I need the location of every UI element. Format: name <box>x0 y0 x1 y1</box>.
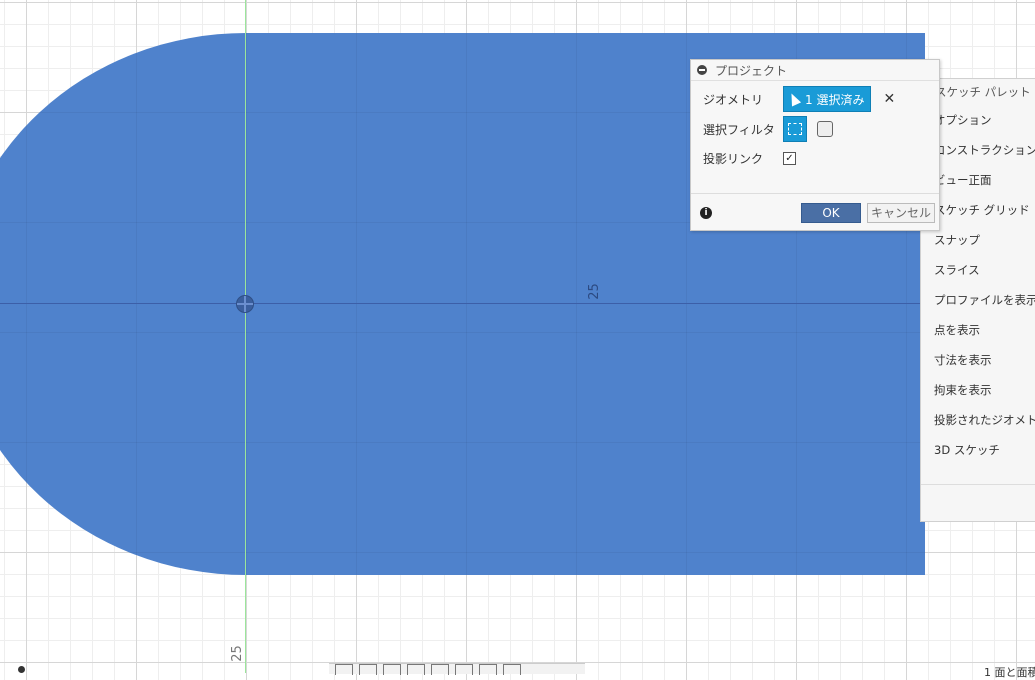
display-settings-icon[interactable] <box>455 664 473 675</box>
palette-item-show-dimensions[interactable]: 寸法を表示 <box>934 352 992 368</box>
project-dialog: プロジェクト ジオメトリ 1 選択済み ✕ 選択フィルタ 投影リンク ✓ i O… <box>690 59 940 231</box>
filter-edge-icon[interactable] <box>783 116 807 142</box>
navigation-icon[interactable] <box>18 666 25 673</box>
look-at-icon[interactable] <box>359 664 377 675</box>
geometry-select-value: 1 選択済み <box>805 92 865 107</box>
palette-item-show-profile[interactable]: プロファイルを表示 <box>934 292 1035 308</box>
palette-item-view-front[interactable]: ビュー正面 <box>934 172 992 188</box>
viewports-icon[interactable] <box>503 664 521 675</box>
filter-label: 選択フィルタ <box>703 122 775 137</box>
geometry-select-button[interactable]: 1 選択済み <box>783 86 872 112</box>
dialog-header: プロジェクト <box>691 60 939 81</box>
filter-row: 選択フィルタ <box>703 116 833 142</box>
ok-button[interactable]: OK <box>801 203 861 223</box>
y-axis-line <box>245 0 246 673</box>
palette-item-snap[interactable]: スナップ <box>934 232 980 248</box>
palette-item-slice[interactable]: スライス <box>934 262 980 278</box>
info-icon[interactable]: i <box>700 207 712 219</box>
dimension-label-horizontal[interactable]: 25 <box>587 283 602 300</box>
palette-divider <box>921 484 1035 485</box>
palette-item-projected-geometry[interactable]: 投影されたジオメトリ <box>934 412 1035 428</box>
link-checkbox[interactable]: ✓ <box>783 152 796 165</box>
filter-body-icon[interactable] <box>817 121 833 137</box>
palette-item-options[interactable]: オプション <box>934 112 992 128</box>
palette-item-construction[interactable]: コンストラクション <box>934 142 1035 158</box>
link-row: 投影リンク ✓ <box>703 150 796 167</box>
orbit-icon[interactable] <box>335 664 353 675</box>
clear-selection-icon[interactable]: ✕ <box>883 91 895 107</box>
dialog-divider <box>691 193 939 194</box>
select-cursor-icon <box>786 91 802 107</box>
fit-icon[interactable] <box>431 664 449 675</box>
geometry-row: ジオメトリ 1 選択済み ✕ <box>703 86 895 112</box>
palette-item-show-points[interactable]: 点を表示 <box>934 322 980 338</box>
navigation-toolbar <box>329 663 585 675</box>
geometry-label: ジオメトリ <box>703 92 764 107</box>
dialog-title: プロジェクト <box>715 63 788 78</box>
palette-item-sketch-grid[interactable]: スケッチ グリッド <box>934 202 1030 218</box>
palette-title[interactable]: スケッチ パレット <box>935 84 1031 100</box>
cancel-button[interactable]: キャンセル <box>867 203 935 223</box>
x-axis-line <box>0 303 925 304</box>
link-label: 投影リンク <box>703 152 764 166</box>
collapse-icon[interactable] <box>697 65 707 75</box>
grid-settings-icon[interactable] <box>479 664 497 675</box>
dimension-label-vertical[interactable]: 25 <box>230 645 245 662</box>
origin-point-icon[interactable] <box>236 295 254 313</box>
palette-item-show-constraints[interactable]: 拘束を表示 <box>934 382 992 398</box>
status-text: 1 面と面積 <box>984 666 1035 679</box>
palette-item-3d-sketch[interactable]: 3D スケッチ <box>934 442 1000 458</box>
pan-icon[interactable] <box>383 664 401 675</box>
zoom-icon[interactable] <box>407 664 425 675</box>
